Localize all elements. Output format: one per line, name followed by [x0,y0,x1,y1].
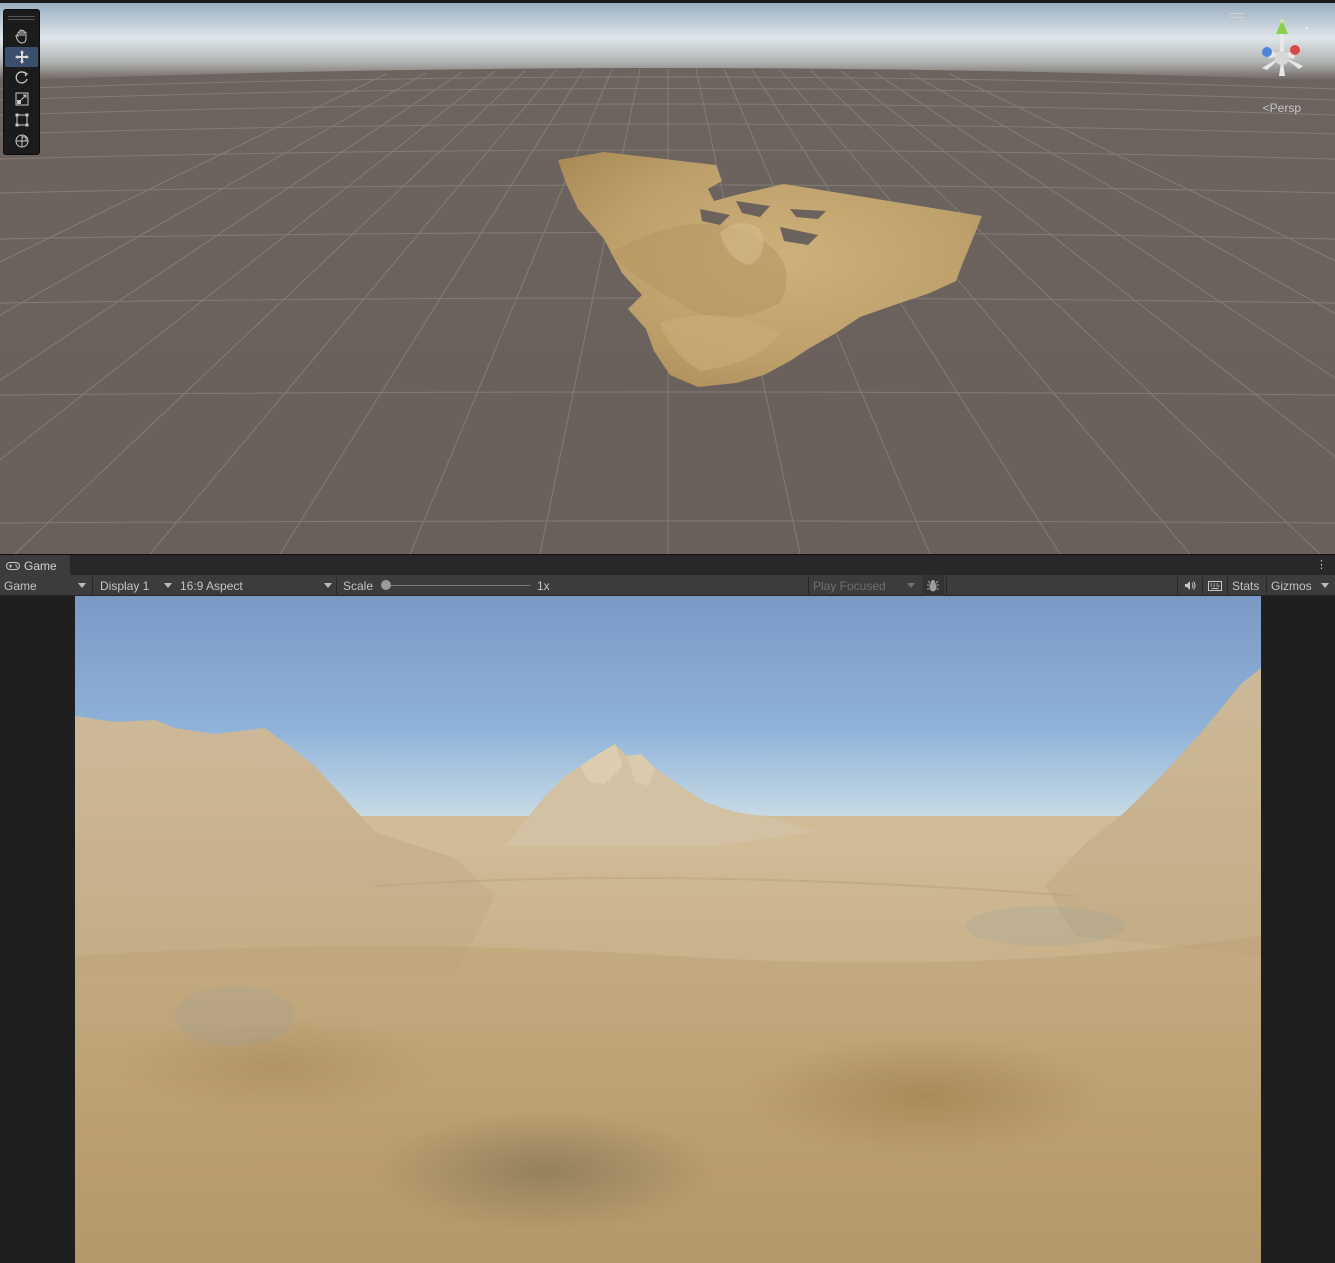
game-view-area [0,596,1335,1263]
transform-tool-button[interactable] [5,131,38,151]
play-mode-dropdown[interactable]: Play Focused [813,575,917,596]
scene-view[interactable]: <Persp [0,0,1335,554]
toolbar-divider [1202,577,1203,594]
game-toolbar: Game Display 1 16:9 Aspect Scale 1x Play… [0,575,1335,596]
chevron-down-icon [324,583,332,588]
rotate-tool-button[interactable] [5,68,38,88]
shortcuts-toggle[interactable] [1207,575,1223,596]
tab-game-label: Game [24,558,57,573]
aspect-dropdown[interactable]: 16:9 Aspect [180,575,332,596]
hand-icon [14,29,26,44]
rect-icon [15,113,28,127]
scale-label: Scale [343,578,374,593]
gizmos-button[interactable]: Gizmos [1271,575,1312,596]
orientation-gizmo[interactable] [1247,18,1317,88]
toolbar-divider [336,577,337,594]
chevron-down-icon [78,583,86,588]
gizmos-dropdown[interactable] [1318,575,1332,596]
drag-handle-icon[interactable] [8,16,35,20]
game-mode-label: Game [4,578,37,593]
game-render-image [75,596,1261,1263]
play-mode-label: Play Focused [813,578,886,593]
game-tab-bar: Game ⋮ [0,554,1335,576]
display-dropdown[interactable]: Display 1 [100,575,174,596]
toolbar-divider [92,577,93,594]
toolbar-divider [808,577,809,594]
camera-projection-label: Persp [1269,101,1301,115]
transform-icon [15,134,28,148]
scene-viewport[interactable] [0,3,1335,554]
mute-audio-toggle[interactable] [1182,575,1198,596]
gamepad-icon [6,561,20,570]
scene-view-menu-icon[interactable] [1229,13,1245,18]
display-label: Display 1 [100,578,150,593]
bug-icon [927,579,939,591]
move-icon [14,50,29,64]
aspect-label: 16:9 Aspect [180,578,243,593]
toolbar-divider [1227,577,1228,594]
scale-value: 1x [537,578,550,593]
rect-tool-button[interactable] [5,110,38,130]
unity-editor: <Persp Game ⋮ Game Display 1 16:9 Aspect… [0,0,1335,1263]
move-tool-button[interactable] [5,47,38,67]
keyboard-icon [1208,580,1222,591]
rotate-icon [15,71,28,84]
scale-tool-button[interactable] [5,89,38,109]
chevron-down-icon [1321,583,1329,588]
chevron-down-icon [907,583,915,588]
toolbar-divider [946,577,947,594]
debug-toggle[interactable] [922,575,944,596]
toolbar-divider [1266,577,1267,594]
scale-slider-track[interactable] [388,585,530,586]
game-render[interactable] [75,596,1261,1263]
speaker-icon [1185,581,1196,590]
stats-button[interactable]: Stats [1232,575,1259,596]
scale-icon [15,92,28,106]
toolbar-divider [1177,577,1178,594]
scale-slider-thumb[interactable] [381,580,391,590]
camera-projection-toggle[interactable]: <Persp [1263,101,1301,115]
tab-game[interactable]: Game [0,555,70,576]
axis-gizmo-icon [1262,19,1309,76]
more-options-icon[interactable]: ⋮ [1316,559,1327,571]
hand-tool-button[interactable] [5,26,38,46]
tool-palette [3,9,40,155]
game-mode-dropdown[interactable]: Game [4,575,88,596]
perspective-arrow-icon: < [1262,101,1270,115]
chevron-down-icon [164,583,172,588]
